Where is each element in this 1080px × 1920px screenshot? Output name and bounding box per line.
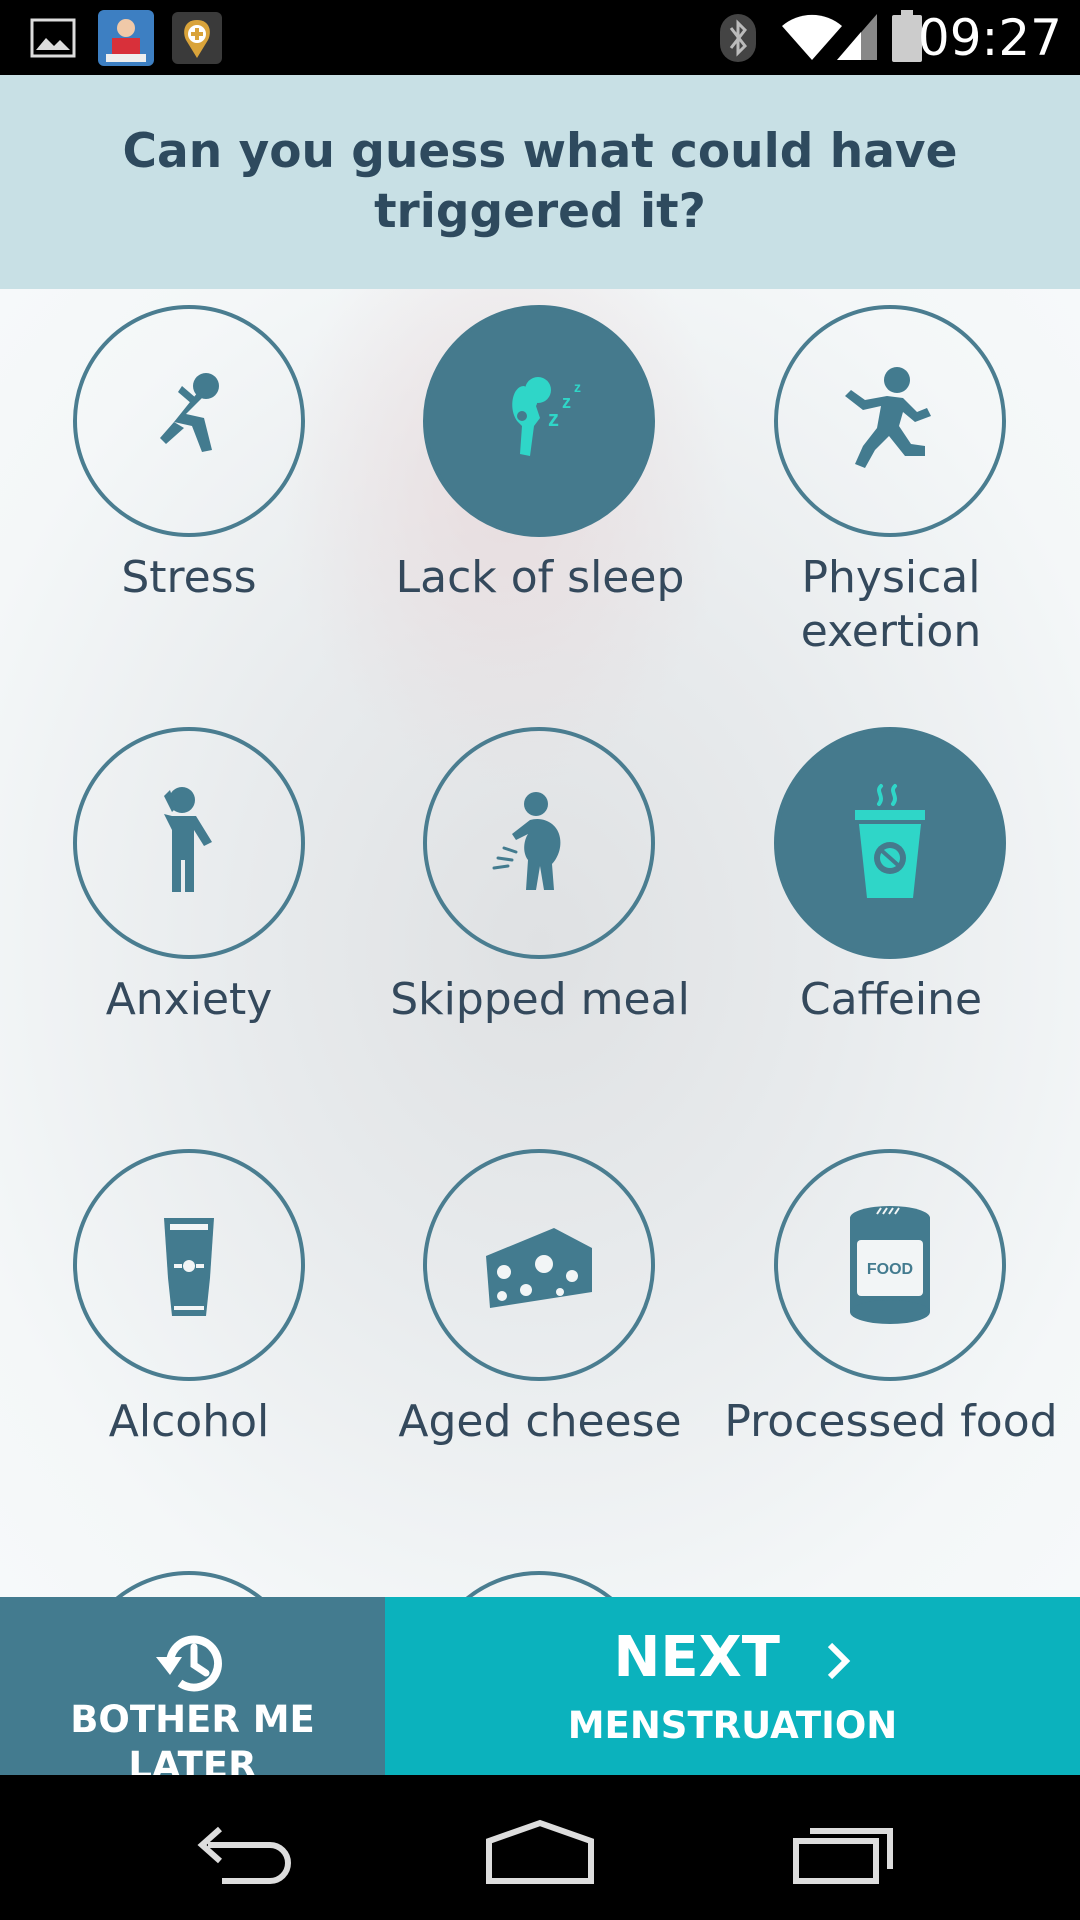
trigger-label: Lack of sleep — [395, 552, 685, 603]
trigger-option-caffeine[interactable]: Caffeine — [716, 711, 1066, 1071]
can-label: FOOD — [867, 1261, 913, 1278]
question-header: Can you guess what could have triggered … — [0, 75, 1080, 289]
next-step-label: MENSTRUATION — [567, 1704, 898, 1747]
recent-apps-icon[interactable] — [790, 1817, 900, 1887]
history-icon — [156, 1635, 222, 1692]
health-app-icon — [172, 12, 222, 64]
page-title: Can you guess what could have triggered … — [122, 124, 958, 239]
bother-me-later-button[interactable]: BOTHER ME LATER — [0, 1597, 385, 1787]
trigger-option-lack-of-sleep[interactable]: z z z Lack of sleep — [365, 289, 715, 649]
trigger-toggle[interactable] — [774, 305, 1006, 537]
trigger-option-aged-cheese[interactable]: Aged cheese — [365, 1133, 715, 1493]
trigger-toggle[interactable]: FOOD — [774, 1149, 1006, 1381]
beer-glass-icon — [164, 1218, 214, 1316]
home-icon[interactable] — [485, 1817, 595, 1887]
trigger-option-physical-exertion[interactable]: Physical exertion — [716, 289, 1066, 689]
trigger-label: Caffeine — [799, 974, 983, 1025]
food-can-icon: FOOD — [850, 1206, 930, 1324]
trigger-option-processed-food[interactable]: FOOD Processed food — [716, 1133, 1066, 1533]
trigger-label: Stress — [121, 552, 257, 603]
navigation-bar — [0, 1775, 1080, 1920]
bluetooth-icon — [720, 14, 756, 62]
trigger-option-anxiety[interactable]: Anxiety — [14, 711, 364, 1071]
trigger-toggle[interactable] — [423, 1149, 655, 1381]
trigger-label: Processed food — [724, 1396, 1058, 1447]
trigger-label: Aged cheese — [398, 1396, 682, 1447]
clock: 09:27 — [917, 9, 1062, 67]
next-button[interactable]: NEXT MENSTRUATION — [385, 1597, 1080, 1775]
next-label: NEXT — [613, 1625, 781, 1690]
trigger-toggle[interactable] — [73, 727, 305, 959]
trigger-label: Anxiety — [105, 974, 273, 1025]
app-notification-icon — [98, 10, 154, 66]
anxiety-icon — [164, 787, 212, 892]
image-notification-icon — [30, 18, 76, 58]
stress-icon — [160, 373, 219, 452]
svg-text:z: z — [574, 379, 581, 395]
bottom-action-bar: BOTHER ME LATER NEXT MENSTRUATION — [0, 1597, 1080, 1787]
svg-text:z: z — [548, 406, 559, 431]
trigger-label: Skipped meal — [390, 974, 690, 1025]
trigger-option-skipped-meal[interactable]: Skipped meal — [365, 711, 715, 1071]
trigger-toggle[interactable]: z z z — [423, 305, 655, 537]
coffee-icon — [855, 784, 925, 898]
svg-text:z: z — [562, 392, 571, 412]
trigger-option-stress[interactable]: Stress — [14, 289, 364, 649]
status-bar: 09:27 — [0, 0, 1080, 75]
trigger-toggle[interactable] — [73, 305, 305, 537]
trigger-toggle[interactable] — [73, 1149, 305, 1381]
trigger-toggle[interactable] — [423, 727, 655, 959]
trigger-label: Alcohol — [108, 1396, 270, 1447]
trigger-option-partial[interactable] — [73, 1571, 305, 1597]
trigger-option-alcohol[interactable]: Alcohol — [14, 1133, 364, 1493]
trigger-option-partial[interactable] — [423, 1571, 655, 1597]
cheese-icon — [486, 1228, 592, 1308]
chevron-right-icon — [827, 1642, 850, 1679]
signal-icon — [837, 14, 877, 60]
trigger-grid[interactable]: Stress z z z Lack of sleep Physical exer… — [0, 289, 1080, 1597]
back-icon[interactable] — [186, 1817, 296, 1887]
running-icon — [845, 367, 931, 468]
wifi-icon — [782, 14, 842, 60]
trigger-label: Physical exertion — [800, 552, 982, 657]
sleep-icon: z z z — [512, 377, 581, 456]
trigger-toggle[interactable] — [774, 727, 1006, 959]
hungry-icon — [492, 792, 561, 890]
